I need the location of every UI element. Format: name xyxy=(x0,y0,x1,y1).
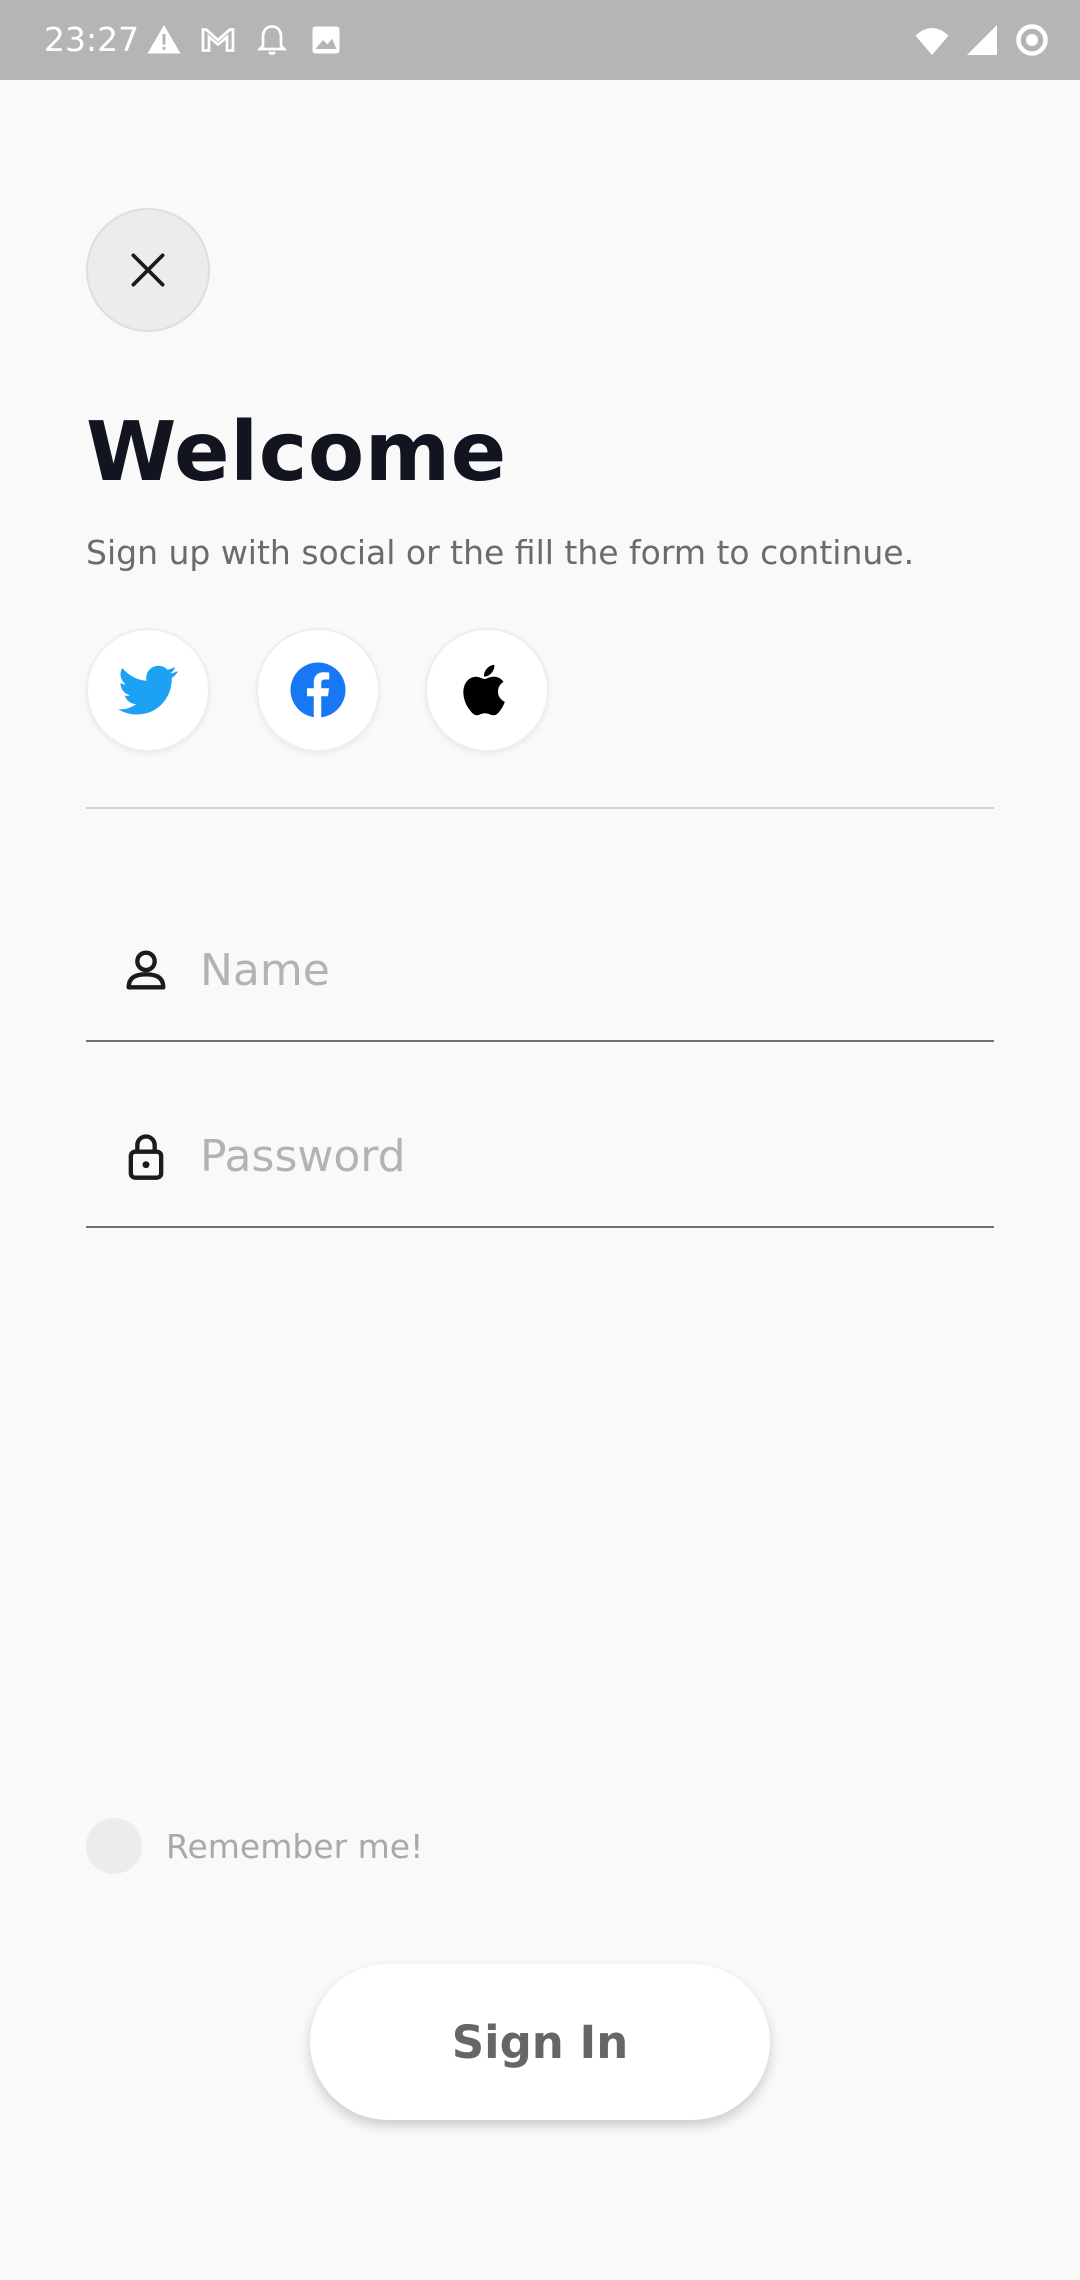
status-icons-left xyxy=(146,22,344,58)
password-input[interactable] xyxy=(200,1118,960,1194)
lock-icon xyxy=(128,1134,164,1180)
divider xyxy=(86,807,994,809)
password-field xyxy=(86,1104,994,1228)
page-title: Welcome xyxy=(86,405,507,500)
notification-bell-icon xyxy=(256,25,288,55)
warning-icon xyxy=(147,25,181,54)
sign-in-button[interactable]: Sign In xyxy=(310,1964,770,2120)
apple-signin-button[interactable] xyxy=(425,628,549,752)
close-button[interactable] xyxy=(86,208,210,332)
name-field xyxy=(86,918,994,1042)
status-bar: 23:27 xyxy=(0,0,1080,80)
user-icon xyxy=(126,950,166,990)
facebook-signin-button[interactable] xyxy=(256,628,380,752)
cellular-signal-icon xyxy=(967,25,997,55)
remember-me-row[interactable]: Remember me! xyxy=(86,1818,423,1874)
facebook-icon xyxy=(290,662,346,718)
status-time: 23:27 xyxy=(44,20,140,59)
remember-me-label: Remember me! xyxy=(166,1826,424,1866)
name-input[interactable] xyxy=(200,932,960,1008)
wifi-icon xyxy=(915,28,949,55)
remember-me-checkbox[interactable] xyxy=(86,1818,142,1874)
gmail-icon xyxy=(201,28,235,52)
status-icons-right xyxy=(914,22,1050,58)
apple-icon xyxy=(463,664,505,716)
page-subtitle: Sign up with social or the fill the form… xyxy=(86,533,915,572)
twitter-signin-button[interactable] xyxy=(86,628,210,752)
close-icon xyxy=(131,253,165,287)
sync-circle-icon xyxy=(1016,24,1048,56)
twitter-icon xyxy=(118,665,178,715)
image-icon xyxy=(312,26,340,54)
